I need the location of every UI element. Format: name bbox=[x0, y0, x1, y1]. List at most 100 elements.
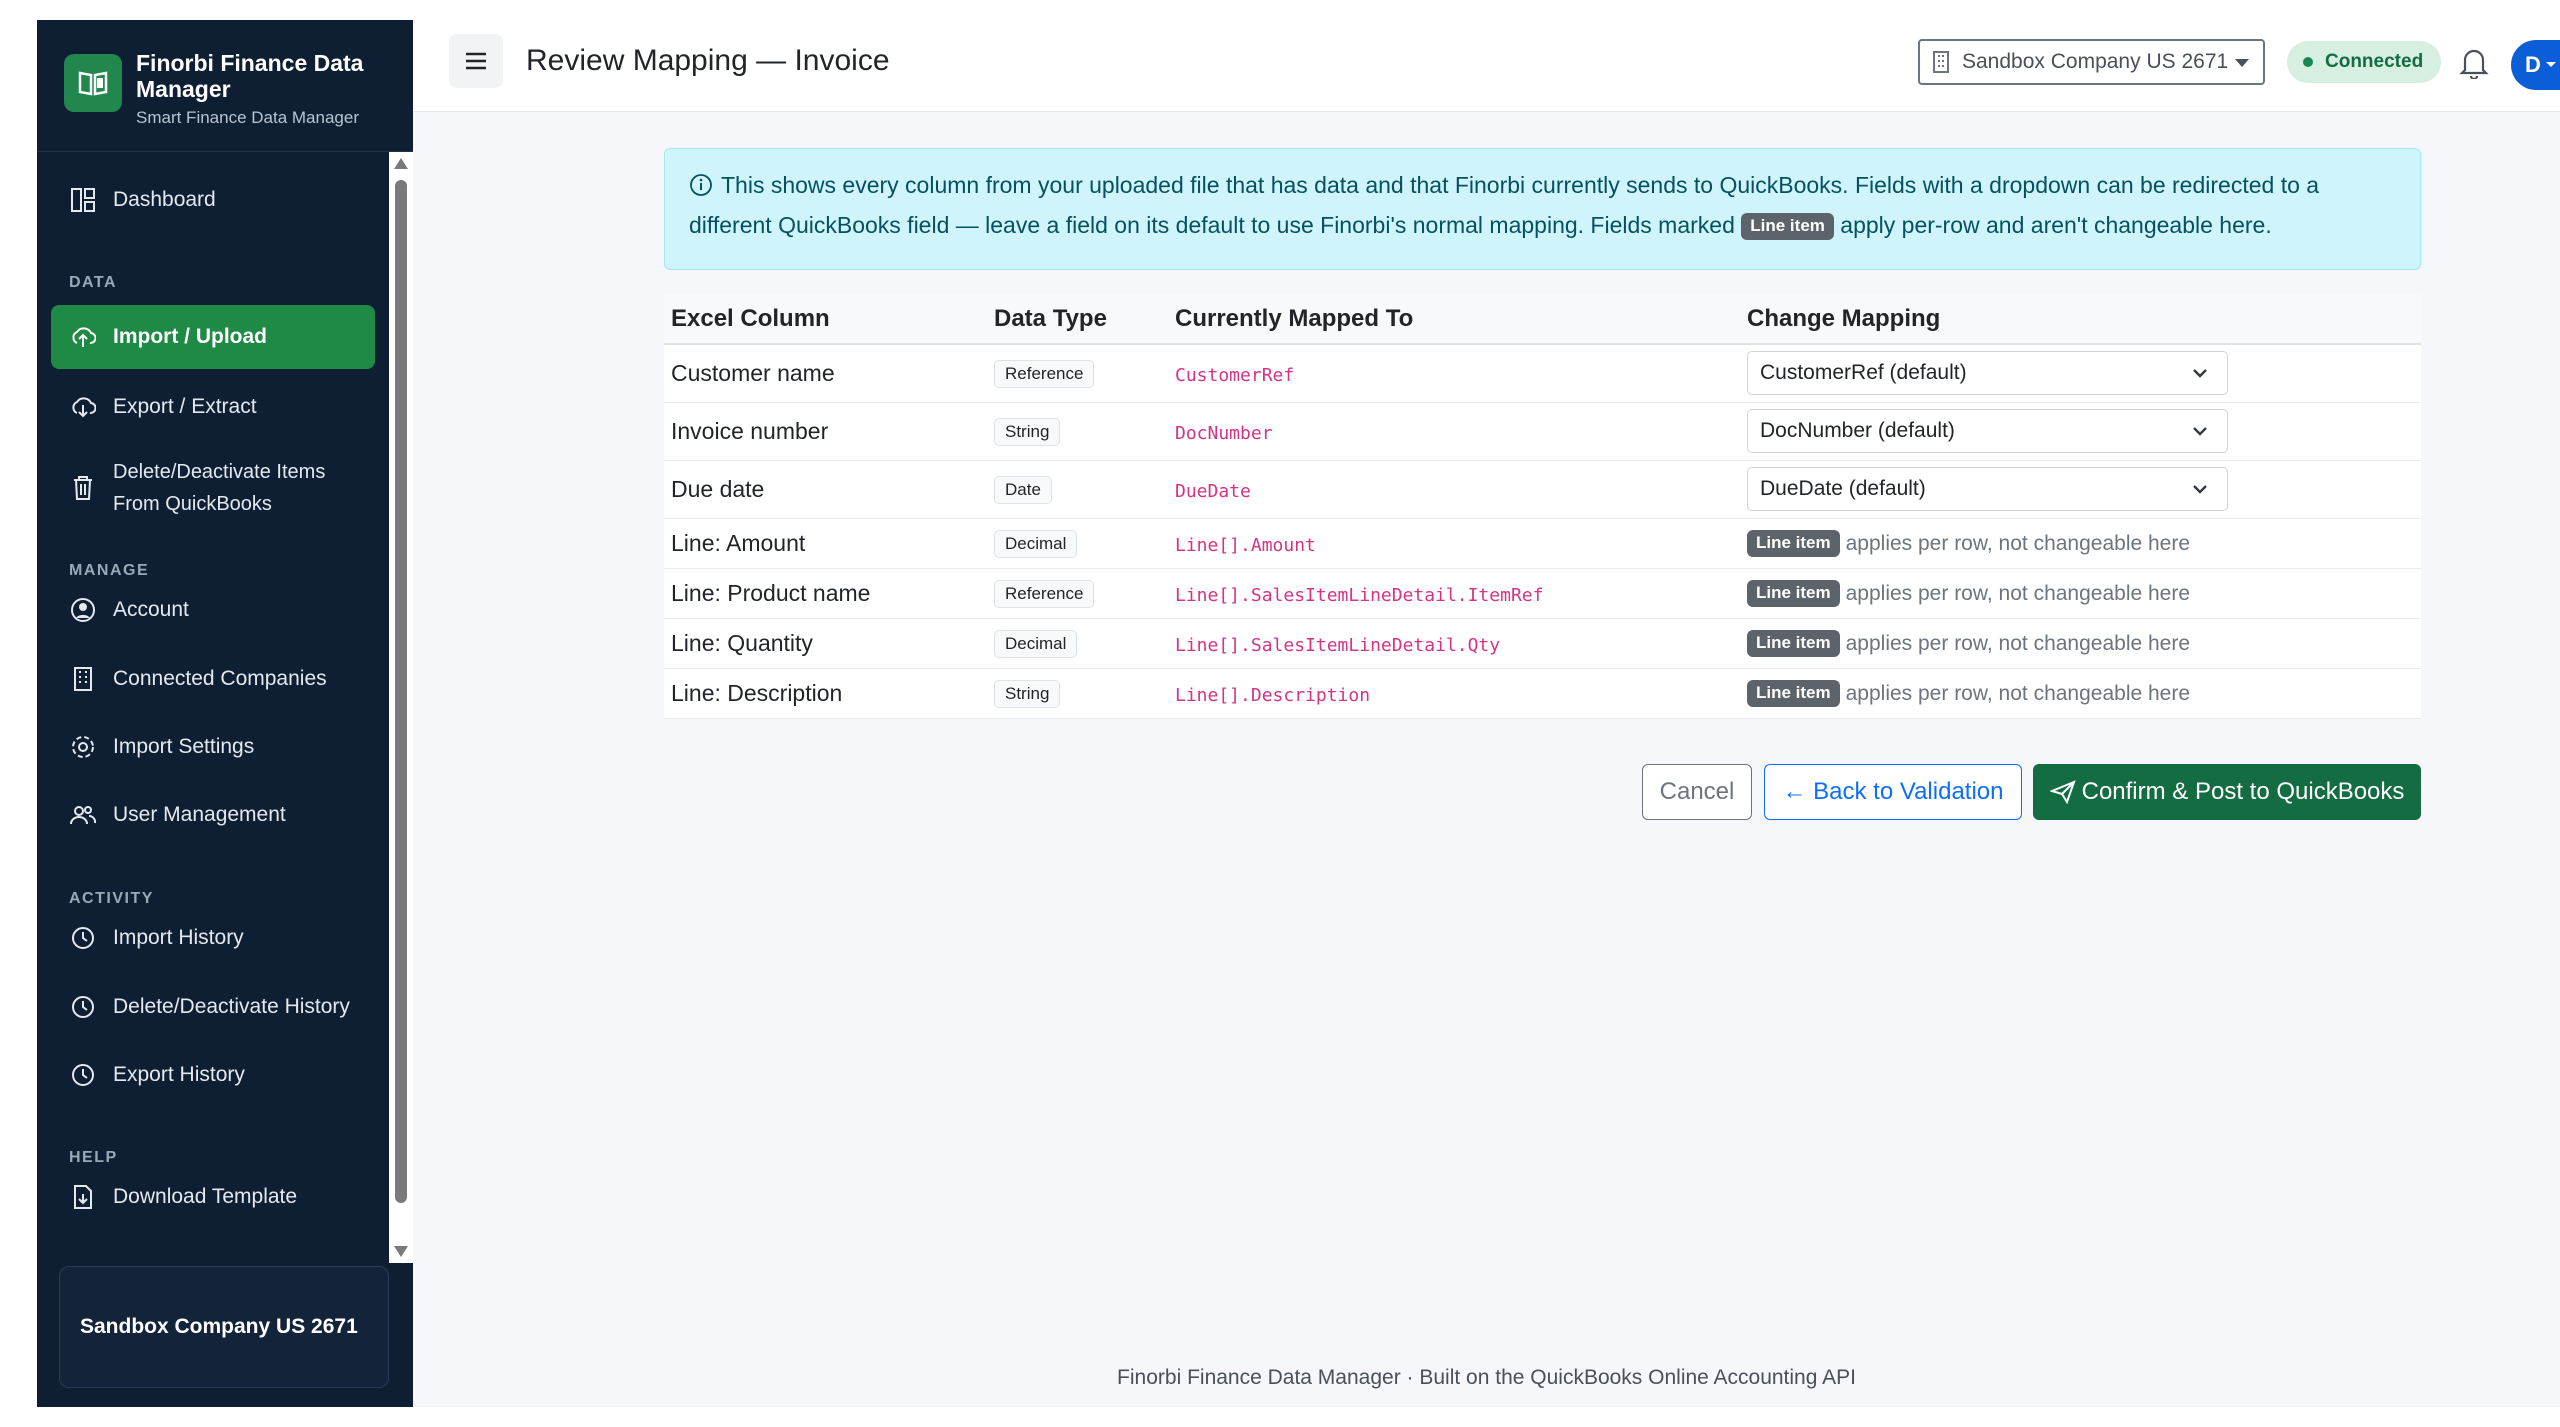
sidebar: Finorbi Finance Data Manager Smart Finan… bbox=[37, 20, 413, 1407]
sidebar-item-delete-deactivate[interactable]: Delete/Deactivate Items From QuickBooks bbox=[51, 452, 375, 524]
sidebar-item-label: Connected Companies bbox=[113, 667, 327, 690]
sidebar-item-account[interactable]: Account bbox=[51, 588, 375, 632]
chevron-down-icon bbox=[2545, 62, 2556, 67]
info-alert: This shows every column from your upload… bbox=[664, 148, 2421, 270]
sidebar-item-export-history[interactable]: Export History bbox=[51, 1053, 375, 1097]
topbar: Review Mapping — Invoice Sandbox Company… bbox=[413, 20, 2560, 112]
menu-toggle-button[interactable] bbox=[449, 34, 503, 88]
table-row: Invoice number String DocNumber DocNumbe… bbox=[664, 402, 2421, 461]
mapped-field-code: Line[].Amount bbox=[1175, 534, 1316, 556]
chevron-down-icon bbox=[2193, 485, 2207, 494]
file-download-icon bbox=[69, 1183, 97, 1211]
building-icon bbox=[69, 665, 97, 693]
users-icon bbox=[69, 801, 97, 829]
mapping-select[interactable]: DocNumber (default) bbox=[1747, 409, 2228, 453]
back-to-validation-button[interactable]: ← Back to Validation bbox=[1764, 764, 2022, 820]
line-item-note: applies per row, not changeable here bbox=[1845, 532, 2191, 555]
line-item-badge: Line item bbox=[1747, 630, 1840, 657]
section-data: DATA bbox=[69, 274, 118, 291]
chevron-down-icon bbox=[2235, 59, 2249, 67]
section-activity: ACTIVITY bbox=[69, 890, 154, 907]
book-icon bbox=[64, 54, 122, 112]
sidebar-item-label: Import History bbox=[113, 926, 244, 949]
company-select[interactable]: Sandbox Company US 2671 bbox=[1918, 39, 2265, 85]
sidebar-item-label: Dashboard bbox=[113, 188, 216, 211]
page-content: This shows every column from your upload… bbox=[413, 112, 2560, 1407]
header-excel-column: Excel Column bbox=[664, 294, 987, 345]
excel-column-cell: Customer name bbox=[664, 344, 987, 403]
alert-text-after: apply per-row and aren't changeable here… bbox=[1840, 212, 2272, 238]
mapped-field-code: DueDate bbox=[1175, 480, 1251, 502]
line-item-note: applies per row, not changeable here bbox=[1845, 582, 2191, 605]
sidebar-item-import-history[interactable]: Import History bbox=[51, 916, 375, 960]
scroll-down-arrow-icon[interactable] bbox=[394, 1246, 408, 1257]
mapping-table: Excel Column Data Type Currently Mapped … bbox=[664, 294, 2421, 719]
mapping-select-value: DocNumber (default) bbox=[1760, 419, 1955, 442]
excel-column-cell: Due date bbox=[664, 460, 987, 519]
data-type-tag: String bbox=[994, 680, 1061, 708]
line-item-badge: Line item bbox=[1747, 530, 1840, 557]
header-currently-mapped: Currently Mapped To bbox=[1168, 294, 1740, 345]
chevron-down-icon bbox=[2193, 369, 2207, 378]
cloud-upload-icon bbox=[69, 323, 97, 351]
company-select-value: Sandbox Company US 2671 bbox=[1962, 50, 2229, 73]
line-item-badge: Line item bbox=[1747, 580, 1840, 607]
excel-column-cell: Line: Product name bbox=[664, 568, 987, 619]
data-type-tag: Decimal bbox=[994, 530, 1078, 558]
mapping-select-value: CustomerRef (default) bbox=[1760, 361, 1967, 385]
line-item-note: applies per row, not changeable here bbox=[1845, 632, 2191, 655]
sidebar-item-label: User Management bbox=[113, 803, 286, 826]
sidebar-item-download-template[interactable]: Download Template bbox=[51, 1175, 375, 1219]
connection-status-badge: Connected bbox=[2287, 41, 2442, 83]
main-area: Review Mapping — Invoice Sandbox Company… bbox=[413, 20, 2560, 1407]
page-title: Review Mapping — Invoice bbox=[526, 44, 890, 77]
connection-status-text: Connected bbox=[2325, 51, 2424, 72]
cloud-download-icon bbox=[69, 393, 97, 421]
header-data-type: Data Type bbox=[987, 294, 1168, 345]
confirm-post-label: Confirm & Post to QuickBooks bbox=[2081, 778, 2405, 805]
table-row: Due date Date DueDate DueDate (default) bbox=[664, 460, 2421, 519]
table-row: Line: Product name Reference Line[].Sale… bbox=[664, 568, 2421, 619]
header-change-mapping: Change Mapping bbox=[1740, 294, 2421, 345]
user-avatar[interactable]: D bbox=[2511, 40, 2560, 90]
sidebar-item-label: Account bbox=[113, 598, 189, 621]
scroll-thumb[interactable] bbox=[395, 180, 407, 1203]
data-type-tag: Reference bbox=[994, 580, 1095, 608]
send-icon bbox=[2049, 780, 2076, 804]
mapped-field-code: Line[].SalesItemLineDetail.ItemRef bbox=[1175, 584, 1544, 606]
sidebar-item-label: Import Settings bbox=[113, 735, 255, 758]
sidebar-item-connected-companies[interactable]: Connected Companies bbox=[51, 657, 375, 701]
building-icon bbox=[1933, 51, 1949, 73]
sidebar-item-label: Download Template bbox=[113, 1185, 298, 1208]
brand[interactable]: Finorbi Finance Data Manager Smart Finan… bbox=[37, 20, 413, 152]
mapped-field-code: Line[].SalesItemLineDetail.Qty bbox=[1175, 634, 1501, 656]
table-row: Line: Description String Line[].Descript… bbox=[664, 668, 2421, 719]
line-item-badge: Line item bbox=[1747, 680, 1840, 707]
sidebar-item-import-settings[interactable]: Import Settings bbox=[51, 725, 375, 769]
sidebar-item-export-extract[interactable]: Export / Extract bbox=[51, 385, 375, 429]
sidebar-item-label: Delete/Deactivate History bbox=[113, 995, 350, 1018]
table-row: Customer name Reference CustomerRef Cust… bbox=[664, 344, 2421, 403]
mapping-select[interactable]: DueDate (default) bbox=[1747, 467, 2228, 511]
sidebar-item-delete-deactivate-history[interactable]: Delete/Deactivate History bbox=[51, 985, 375, 1029]
data-type-tag: String bbox=[994, 418, 1061, 446]
sidebar-item-dashboard[interactable]: Dashboard bbox=[51, 178, 375, 222]
sidebar-item-user-management[interactable]: User Management bbox=[51, 793, 375, 837]
data-type-tag: Date bbox=[994, 476, 1052, 504]
cancel-button[interactable]: Cancel bbox=[1642, 764, 1752, 820]
confirm-post-button[interactable]: Confirm & Post to QuickBooks bbox=[2033, 764, 2421, 820]
sidebar-scrollbar[interactable] bbox=[389, 152, 413, 1263]
excel-column-cell: Line: Description bbox=[664, 668, 987, 719]
dashboard-icon bbox=[69, 186, 97, 214]
clock-icon bbox=[69, 1061, 97, 1089]
clock-icon bbox=[69, 993, 97, 1021]
sidebar-company-card[interactable]: Sandbox Company US 2671 bbox=[59, 1266, 389, 1388]
scroll-up-arrow-icon[interactable] bbox=[394, 158, 408, 169]
data-type-tag: Decimal bbox=[994, 630, 1078, 658]
bell-icon[interactable] bbox=[2459, 45, 2489, 84]
section-help: HELP bbox=[69, 1149, 118, 1166]
sidebar-item-label: Export History bbox=[113, 1063, 245, 1086]
mapping-select[interactable]: CustomerRef (default) bbox=[1747, 351, 2228, 396]
sidebar-item-import-upload[interactable]: Import / Upload bbox=[51, 305, 375, 369]
table-header-row: Excel Column Data Type Currently Mapped … bbox=[664, 294, 2421, 345]
